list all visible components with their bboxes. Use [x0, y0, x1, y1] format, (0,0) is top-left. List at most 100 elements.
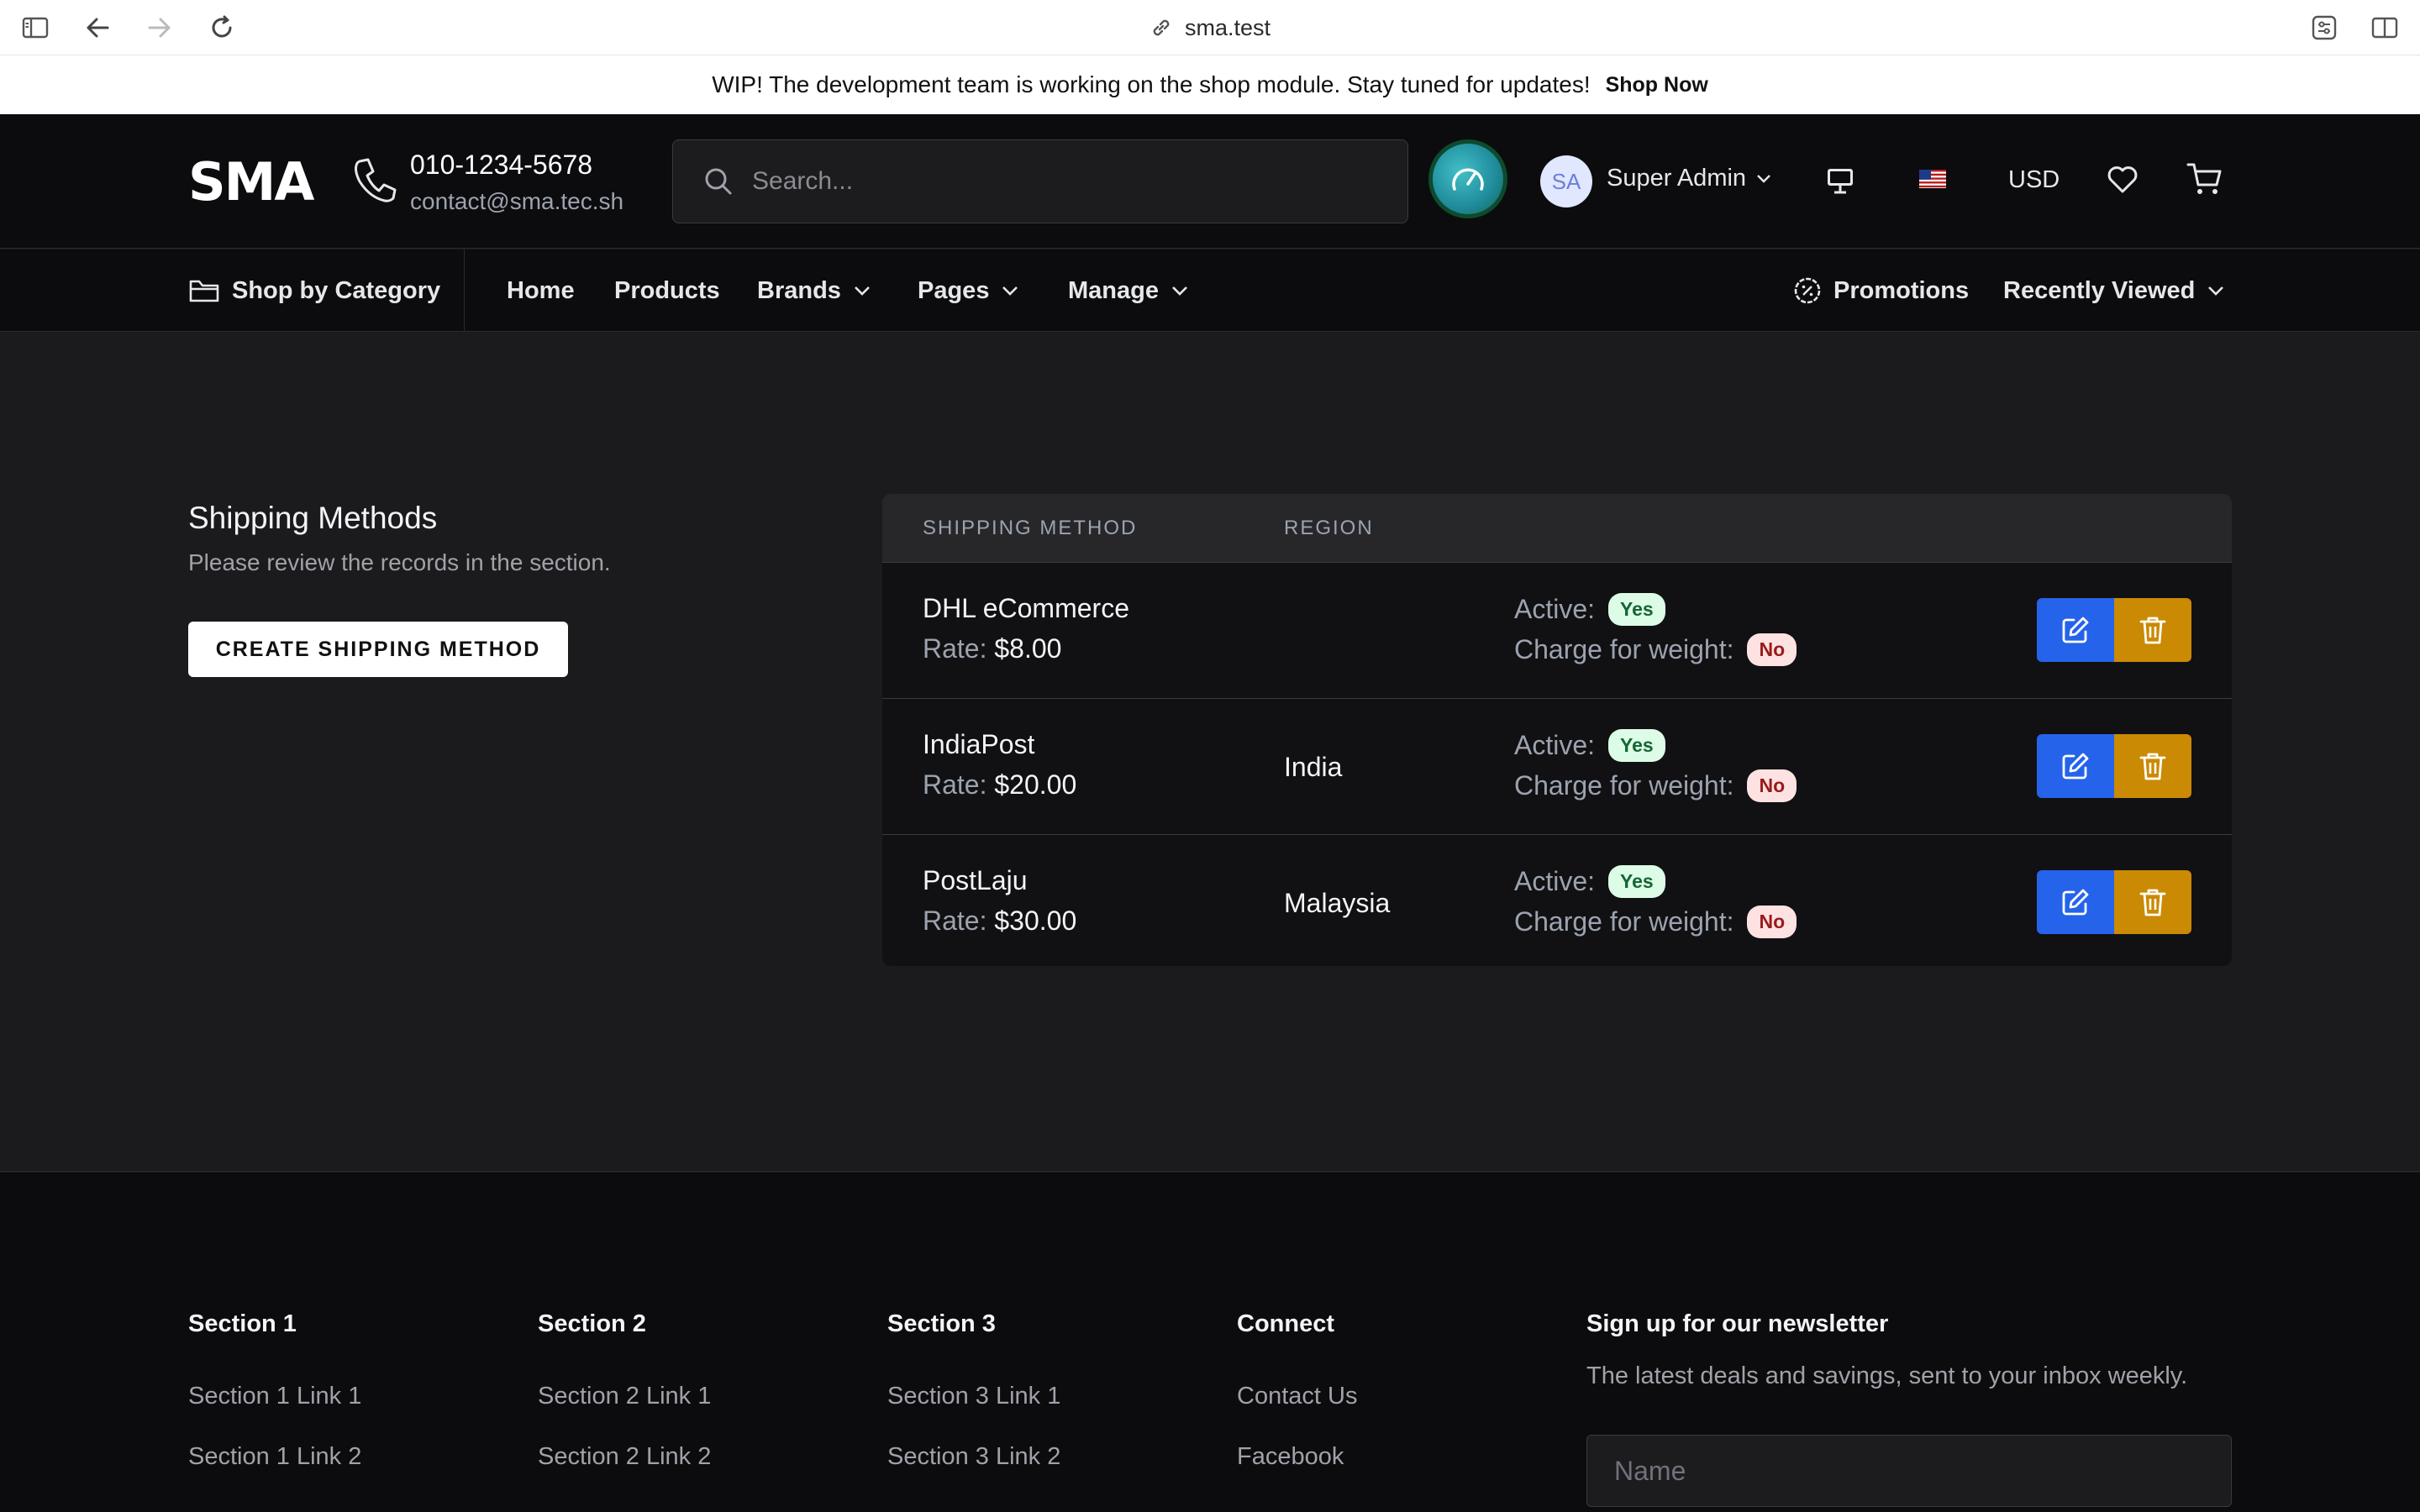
footer-link[interactable]: Section 1 Link 1 [188, 1383, 361, 1410]
shop-now-link[interactable]: Shop Now [1606, 73, 1708, 97]
trash-icon [2139, 617, 2166, 644]
user-name: Super Admin [1607, 165, 1747, 192]
footer-link[interactable]: Section 2 Link 1 [538, 1383, 711, 1410]
search-input[interactable]: Search... [752, 167, 853, 196]
status-badge: No [1747, 906, 1797, 938]
sidebar-toggle-icon[interactable] [20, 13, 50, 43]
method-name: IndiaPost [923, 729, 1035, 759]
nav-home[interactable]: Home [507, 249, 575, 332]
nav-promotions-label: Promotions [1833, 276, 1970, 304]
cart-icon[interactable] [2186, 161, 2223, 197]
trash-icon [2139, 753, 2166, 780]
page-title: Shipping Methods [188, 501, 438, 535]
us-flag-icon[interactable] [1919, 170, 1946, 188]
chevron-down-icon [1002, 286, 1018, 296]
method-region: India [1284, 751, 1343, 782]
footer-section-title: Section 2 [538, 1310, 646, 1337]
folder-icon [189, 280, 219, 302]
active-status: Active: Yes [1514, 729, 1665, 762]
url-text: sma.test [1184, 14, 1271, 40]
nav-pages[interactable]: Pages [918, 249, 1019, 332]
monitor-icon[interactable] [1825, 166, 1855, 195]
delete-button[interactable] [2114, 734, 2191, 798]
contact-phone[interactable]: 010-1234-5678 [410, 150, 592, 181]
search-icon [705, 168, 732, 195]
reload-icon[interactable] [207, 13, 237, 43]
delete-button[interactable] [2114, 870, 2191, 934]
user-menu[interactable]: Super Admin [1607, 165, 1771, 192]
footer-link[interactable]: Contact Us [1237, 1383, 1357, 1410]
weight-label: Charge for weight: [1514, 634, 1734, 664]
nav-recently-viewed-label: Recently Viewed [2003, 276, 2196, 304]
nav-manage-label: Manage [1068, 276, 1159, 304]
site-logo[interactable]: SMA [188, 151, 314, 213]
table-row: DHL eCommerce Rate: $8.00 Active: Yes Cha… [882, 563, 2232, 699]
status-badge: Yes [1608, 865, 1665, 898]
rate-label: Rate: [923, 769, 987, 800]
site-footer: Section 1 Section 1 Link 1 Section 1 Lin… [0, 1173, 2420, 1512]
method-name: DHL eCommerce [923, 593, 1129, 623]
active-label: Active: [1514, 594, 1596, 624]
footer-link[interactable]: Section 1 Link 2 [188, 1443, 361, 1471]
announcement-banner: WIP! The development team is working on … [0, 55, 2420, 114]
split-view-icon[interactable] [2370, 13, 2400, 43]
method-rate: Rate: $30.00 [923, 906, 1076, 937]
delete-button[interactable] [2114, 598, 2191, 662]
nav-products[interactable]: Products [614, 249, 720, 332]
edit-icon [2062, 617, 2089, 643]
table-header: SHIPPING METHOD REGION [882, 494, 2232, 563]
footer-link[interactable]: Facebook [1237, 1443, 1344, 1471]
shop-by-category-button[interactable]: Shop by Category [188, 249, 440, 332]
edit-button[interactable] [2037, 870, 2114, 934]
footer-link[interactable]: Section 3 Link 1 [887, 1383, 1060, 1410]
nav-brands[interactable]: Brands [757, 249, 871, 332]
chevron-down-icon [2208, 286, 2224, 296]
active-status: Active: Yes [1514, 865, 1665, 898]
footer-section-title: Section 3 [887, 1310, 996, 1337]
rate-label: Rate: [923, 633, 987, 664]
forward-arrow-icon[interactable] [145, 13, 175, 43]
status-badge: No [1747, 769, 1797, 802]
extensions-icon[interactable] [2309, 13, 2339, 43]
chevron-down-icon [1172, 286, 1187, 296]
footer-section-title: Section 1 [188, 1310, 297, 1337]
nav-recently-viewed[interactable]: Recently Viewed [2003, 249, 2225, 332]
footer-section-title: Connect [1237, 1310, 1334, 1337]
user-avatar[interactable]: SA [1540, 155, 1592, 207]
method-name: PostLaju [923, 865, 1028, 895]
nav-brands-label: Brands [757, 276, 841, 304]
phone-icon [353, 156, 397, 203]
footer-link[interactable]: Section 3 Link 2 [887, 1443, 1060, 1471]
nav-promotions[interactable]: Promotions [1793, 249, 1969, 332]
edit-button[interactable] [2037, 734, 2114, 798]
back-arrow-icon[interactable] [82, 13, 113, 43]
newsletter-name-input[interactable] [1586, 1435, 2232, 1507]
active-label: Active: [1514, 866, 1596, 896]
edit-icon [2062, 889, 2089, 916]
nav-manage[interactable]: Manage [1068, 249, 1189, 332]
rate-value: $30.00 [994, 906, 1077, 936]
chevron-down-icon [855, 286, 870, 296]
active-label: Active: [1514, 730, 1596, 760]
method-rate: Rate: $8.00 [923, 633, 1061, 664]
active-status: Active: Yes [1514, 593, 1665, 626]
weight-label: Charge for weight: [1514, 906, 1734, 937]
status-badge: No [1747, 633, 1797, 666]
nav-pages-label: Pages [918, 276, 990, 304]
edit-button[interactable] [2037, 598, 2114, 662]
table-row: PostLaju Rate: $30.00 Malaysia Active: Ye… [882, 835, 2232, 966]
contact-email[interactable]: contact@sma.tec.sh [410, 188, 623, 215]
column-header-shipping-method: SHIPPING METHOD [923, 517, 1138, 539]
heart-icon[interactable] [2106, 163, 2139, 195]
badge-percent-icon [1794, 277, 1821, 304]
method-region: Malaysia [1284, 887, 1391, 918]
search-box[interactable]: Search... [672, 139, 1408, 223]
footer-link[interactable]: Section 2 Link 2 [538, 1443, 711, 1471]
create-shipping-method-button[interactable]: CREATE SHIPPING METHOD [188, 622, 568, 677]
edit-icon [2062, 753, 2089, 780]
speedometer-icon[interactable] [1428, 139, 1507, 218]
column-header-region: REGION [1284, 517, 1374, 539]
site-header: SMA 010-1234-5678 contact@sma.tec.sh Sea… [0, 114, 2420, 249]
currency-selector[interactable]: USD [2008, 166, 2060, 194]
address-bar[interactable]: sma.test [0, 0, 2420, 55]
